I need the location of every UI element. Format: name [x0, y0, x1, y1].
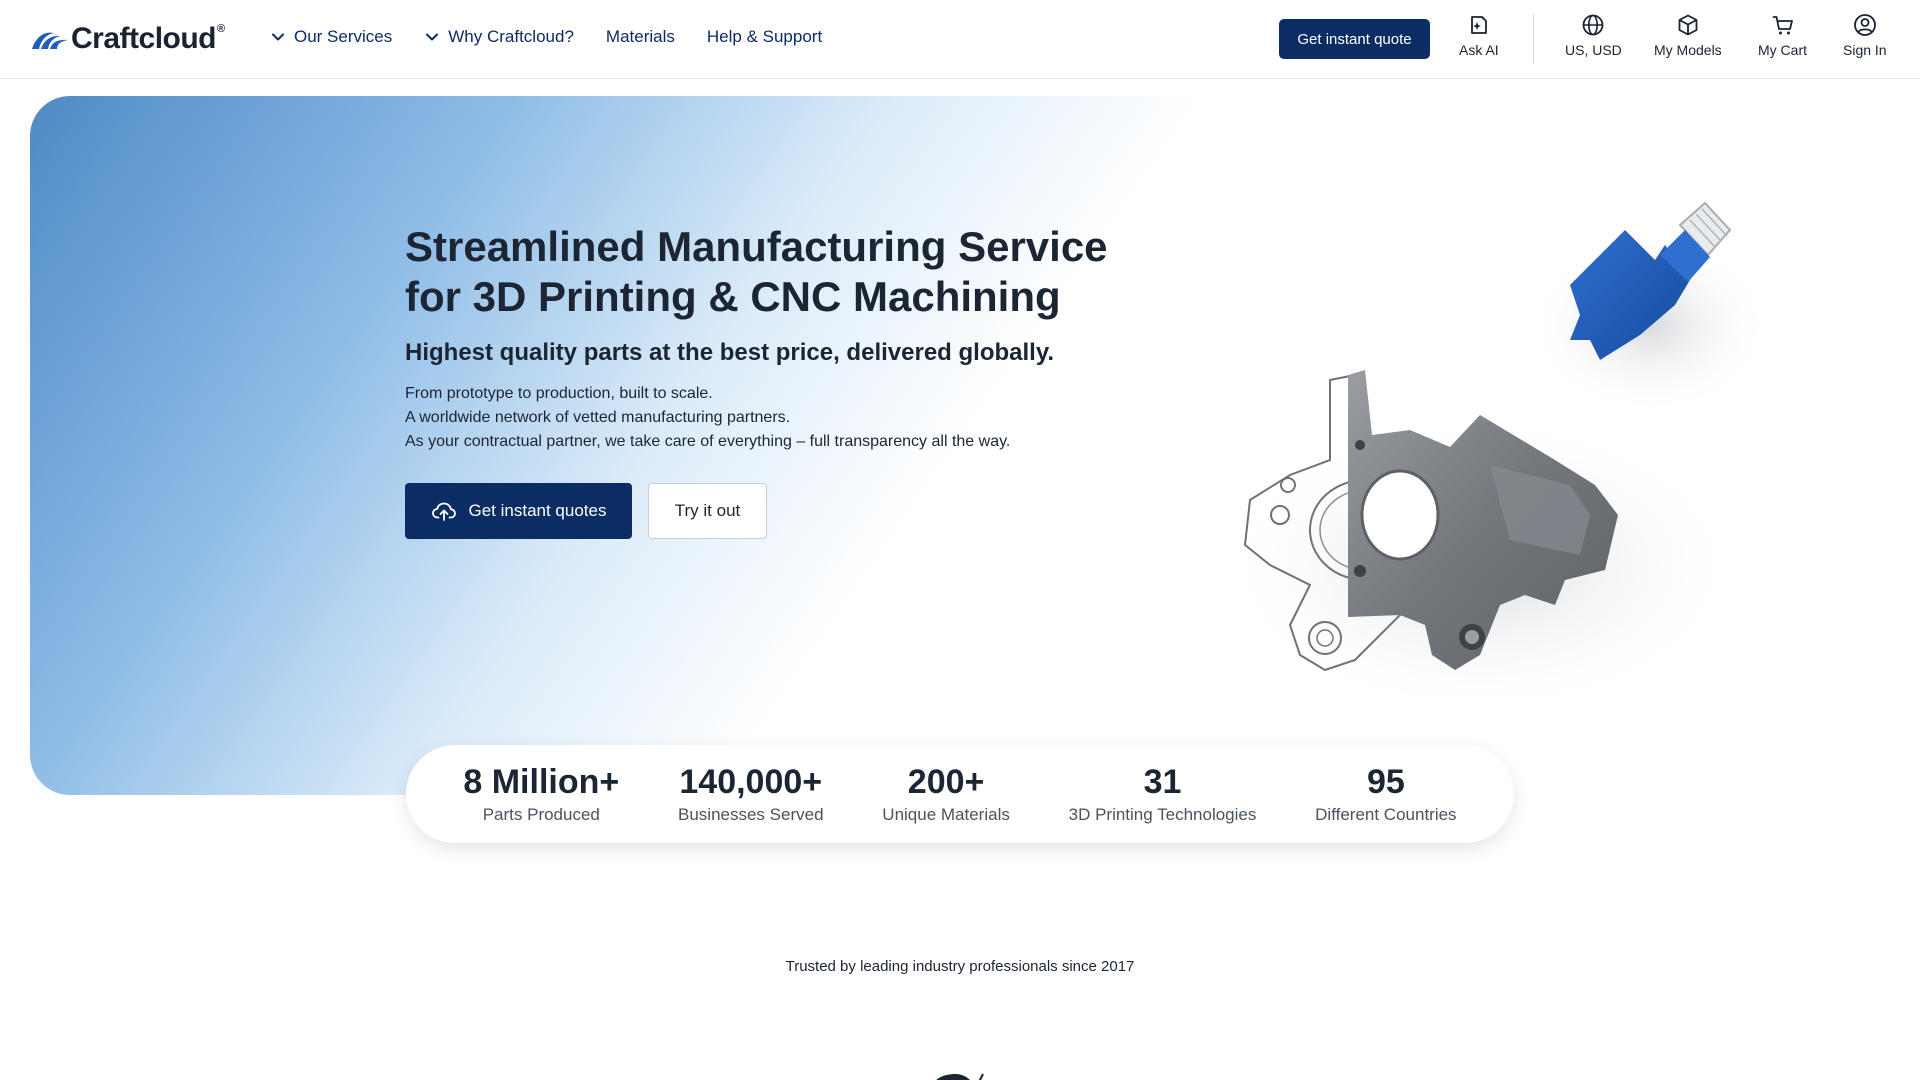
region-selector[interactable]: US, USD	[1565, 13, 1622, 58]
craftcloud-logo[interactable]: Craftcloud ®	[30, 22, 225, 56]
ask-ai-label: Ask AI	[1459, 42, 1499, 58]
region-label: US, USD	[1565, 42, 1622, 58]
user-circle-icon	[1853, 14, 1876, 36]
sign-in-link[interactable]: Sign In	[1843, 13, 1887, 58]
stat-label: Different Countries	[1315, 805, 1457, 824]
nav-label: Why Craftcloud?	[448, 27, 574, 46]
stat-businesses-served: 140,000+ Businesses Served	[678, 763, 824, 825]
my-cart-link[interactable]: My Cart	[1758, 13, 1807, 58]
chevron-down-icon	[272, 33, 284, 41]
my-models-label: My Models	[1654, 42, 1722, 58]
nav-help-support[interactable]: Help & Support	[707, 27, 822, 47]
stat-countries: 95 Different Countries	[1315, 763, 1456, 825]
stat-label: Businesses Served	[678, 805, 824, 824]
hero-line: From prototype to production, built to s…	[405, 385, 713, 402]
nav-why-craftcloud[interactable]: Why Craftcloud?	[424, 27, 574, 47]
logo-wordmark: Craftcloud	[71, 22, 217, 55]
nav-materials[interactable]: Materials	[606, 27, 675, 47]
globe-icon	[1582, 14, 1604, 36]
stat-value: 95	[1366, 763, 1405, 801]
ai-sparkle-icon	[1470, 16, 1487, 34]
hero-parts-illustration	[1220, 201, 1770, 715]
sign-in-label: Sign In	[1843, 42, 1887, 58]
nav-our-services[interactable]: Our Services	[270, 27, 392, 47]
hero-line: As your contractual partner, we take car…	[405, 433, 1011, 450]
header-divider	[1533, 14, 1534, 64]
nav-label: Help & Support	[706, 27, 823, 46]
stat-printing-technologies: 31 3D Printing Technologies	[1069, 763, 1257, 825]
hero-title: Streamlined Manufacturing Service for 3D…	[405, 222, 1125, 322]
registered-mark: ®	[217, 23, 226, 35]
hero-line: A worldwide network of vetted manufactur…	[405, 409, 791, 426]
stat-value: 8 Million+	[463, 763, 620, 801]
get-instant-quotes-button[interactable]: Get instant quotes	[405, 483, 632, 539]
hero-subtitle: Highest quality parts at the best price,…	[405, 339, 1055, 366]
ask-ai-button[interactable]: Ask AI	[1459, 13, 1499, 58]
main-nav: Our Services Why Craftcloud? Materials H…	[270, 27, 854, 47]
hero-description: From prototype to production, built to s…	[405, 382, 1010, 454]
stat-label: 3D Printing Technologies	[1068, 805, 1257, 824]
stat-value: 31	[1143, 763, 1182, 801]
stat-label: Parts Produced	[482, 805, 600, 824]
stat-value: 200+	[907, 763, 985, 801]
craftcloud-wave-icon	[32, 32, 68, 49]
nav-label: Our Services	[294, 27, 393, 46]
hero-title-line2: for 3D Printing & CNC Machining	[405, 273, 1061, 320]
chevron-down-icon	[426, 33, 439, 41]
cloud-upload-icon	[431, 502, 456, 521]
hero-title-line1: Streamlined Manufacturing Service	[405, 223, 1108, 270]
stats-bar: 8 Million+ Parts Produced 140,000+ Busin…	[406, 745, 1514, 843]
stat-label: Unique Materials	[882, 805, 1010, 824]
site-header: Craftcloud ® Our Services Why Craftcloud…	[0, 0, 1920, 79]
nav-label: Materials	[605, 27, 675, 46]
stat-unique-materials: 200+ Unique Materials	[882, 763, 1010, 825]
primary-button-label: Get instant quotes	[468, 501, 607, 520]
stat-value: 140,000+	[679, 763, 823, 801]
my-cart-label: My Cart	[1758, 42, 1807, 58]
get-instant-quote-button[interactable]: Get instant quote	[1279, 19, 1430, 59]
stat-parts-produced: 8 Million+ Parts Produced	[463, 763, 619, 825]
my-models-link[interactable]: My Models	[1654, 13, 1722, 58]
cube-icon	[1678, 14, 1698, 36]
trusted-by-text: Trusted by leading industry professional…	[785, 958, 1135, 975]
try-it-out-button[interactable]: Try it out	[648, 483, 767, 539]
partner-logo-partial	[936, 1073, 984, 1080]
cart-icon	[1772, 16, 1793, 35]
